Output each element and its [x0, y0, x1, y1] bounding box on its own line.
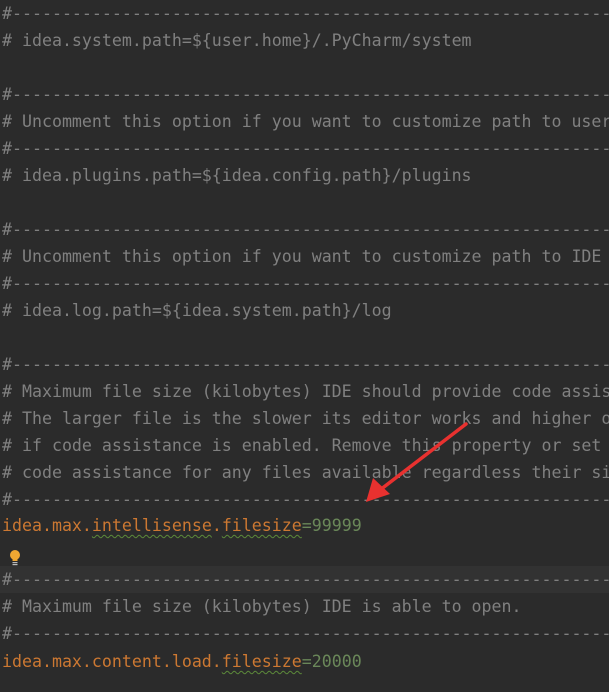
annotation-arrow-icon [366, 422, 468, 502]
